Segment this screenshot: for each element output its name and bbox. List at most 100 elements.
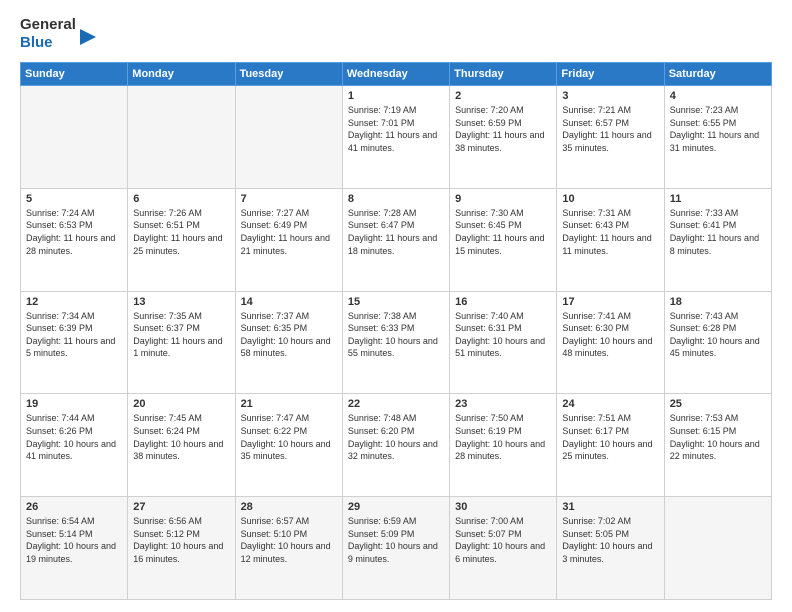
day-info: Sunrise: 7:23 AM Sunset: 6:55 PM Dayligh… (670, 104, 766, 154)
day-header-sunday: Sunday (21, 63, 128, 86)
day-number: 10 (562, 193, 658, 205)
calendar-cell: 22 Sunrise: 7:48 AM Sunset: 6:20 PM Dayli… (342, 394, 449, 497)
day-number: 7 (241, 193, 337, 205)
day-info: Sunrise: 7:51 AM Sunset: 6:17 PM Dayligh… (562, 412, 658, 462)
day-number: 31 (562, 501, 658, 513)
day-header-saturday: Saturday (664, 63, 771, 86)
calendar-cell: 6 Sunrise: 7:26 AM Sunset: 6:51 PM Daylig… (128, 188, 235, 291)
calendar-cell: 8Sunrise: 7:28 AM Sunset: 6:47 PM Daylig… (342, 188, 449, 291)
day-number: 21 (241, 398, 337, 410)
day-info: Sunrise: 6:56 AM Sunset: 5:12 PM Dayligh… (133, 515, 229, 565)
calendar-cell: 28Sunrise: 6:57 AM Sunset: 5:10 PM Dayli… (235, 497, 342, 600)
day-info: Sunrise: 7:38 AM Sunset: 6:33 PM Dayligh… (348, 310, 444, 360)
calendar-week-4: 26Sunrise: 6:54 AM Sunset: 5:14 PM Dayli… (21, 497, 772, 600)
day-number: 15 (348, 296, 444, 308)
day-number: 30 (455, 501, 551, 513)
day-info: Sunrise: 7:45 AM Sunset: 6:24 PM Dayligh… (133, 412, 229, 462)
day-info: Sunrise: 7:50 AM Sunset: 6:19 PM Dayligh… (455, 412, 551, 462)
day-info: Sunrise: 6:54 AM Sunset: 5:14 PM Dayligh… (26, 515, 122, 565)
day-number: 25 (670, 398, 766, 410)
day-number: 12 (26, 296, 122, 308)
logo-text: GeneralBlue (20, 16, 76, 52)
logo-blue: Blue (20, 34, 76, 52)
day-number: 23 (455, 398, 551, 410)
day-number: 8 (348, 193, 444, 205)
calendar-week-0: 1Sunrise: 7:19 AM Sunset: 7:01 PM Daylig… (21, 86, 772, 189)
day-number: 24 (562, 398, 658, 410)
day-number: 20 (133, 398, 229, 410)
day-info: Sunrise: 7:33 AM Sunset: 6:41 PM Dayligh… (670, 207, 766, 257)
calendar-table: SundayMondayTuesdayWednesdayThursdayFrid… (20, 62, 772, 600)
calendar-cell: 24 Sunrise: 7:51 AM Sunset: 6:17 PM Dayli… (557, 394, 664, 497)
day-info: Sunrise: 7:24 AM Sunset: 6:53 PM Dayligh… (26, 207, 122, 257)
calendar-cell: 11 Sunrise: 7:33 AM Sunset: 6:41 PM Dayli… (664, 188, 771, 291)
logo: GeneralBlue (20, 16, 96, 52)
day-number: 16 (455, 296, 551, 308)
calendar-week-1: 5 Sunrise: 7:24 AM Sunset: 6:53 PM Daylig… (21, 188, 772, 291)
calendar-cell (128, 86, 235, 189)
calendar-cell: 13 Sunrise: 7:35 AM Sunset: 6:37 PM Dayli… (128, 291, 235, 394)
calendar-cell: 9Sunrise: 7:30 AM Sunset: 6:45 PM Daylig… (450, 188, 557, 291)
calendar-cell: 5 Sunrise: 7:24 AM Sunset: 6:53 PM Daylig… (21, 188, 128, 291)
day-info: Sunrise: 7:41 AM Sunset: 6:30 PM Dayligh… (562, 310, 658, 360)
calendar-cell: 27 Sunrise: 6:56 AM Sunset: 5:12 PM Dayli… (128, 497, 235, 600)
day-number: 4 (670, 90, 766, 102)
day-info: Sunrise: 6:59 AM Sunset: 5:09 PM Dayligh… (348, 515, 444, 565)
calendar-cell: 19Sunrise: 7:44 AM Sunset: 6:26 PM Dayli… (21, 394, 128, 497)
calendar-cell: 4 Sunrise: 7:23 AM Sunset: 6:55 PM Daylig… (664, 86, 771, 189)
day-number: 18 (670, 296, 766, 308)
day-number: 27 (133, 501, 229, 513)
calendar-cell: 2 Sunrise: 7:20 AM Sunset: 6:59 PM Daylig… (450, 86, 557, 189)
calendar-cell: 14 Sunrise: 7:37 AM Sunset: 6:35 PM Dayli… (235, 291, 342, 394)
day-info: Sunrise: 7:48 AM Sunset: 6:20 PM Dayligh… (348, 412, 444, 462)
logo-general: General (20, 16, 76, 34)
day-number: 14 (241, 296, 337, 308)
day-info: Sunrise: 7:26 AM Sunset: 6:51 PM Dayligh… (133, 207, 229, 257)
day-info: Sunrise: 7:37 AM Sunset: 6:35 PM Dayligh… (241, 310, 337, 360)
day-number: 3 (562, 90, 658, 102)
calendar-cell: 29 Sunrise: 6:59 AM Sunset: 5:09 PM Dayli… (342, 497, 449, 600)
calendar-cell: 23 Sunrise: 7:50 AM Sunset: 6:19 PM Dayli… (450, 394, 557, 497)
calendar-cell: 16 Sunrise: 7:40 AM Sunset: 6:31 PM Dayli… (450, 291, 557, 394)
day-number: 19 (26, 398, 122, 410)
day-number: 9 (455, 193, 551, 205)
calendar-cell: 12Sunrise: 7:34 AM Sunset: 6:39 PM Dayli… (21, 291, 128, 394)
day-info: Sunrise: 7:20 AM Sunset: 6:59 PM Dayligh… (455, 104, 551, 154)
day-info: Sunrise: 7:27 AM Sunset: 6:49 PM Dayligh… (241, 207, 337, 257)
day-info: Sunrise: 7:21 AM Sunset: 6:57 PM Dayligh… (562, 104, 658, 154)
day-number: 6 (133, 193, 229, 205)
day-number: 5 (26, 193, 122, 205)
calendar-week-3: 19Sunrise: 7:44 AM Sunset: 6:26 PM Dayli… (21, 394, 772, 497)
calendar-cell: 1Sunrise: 7:19 AM Sunset: 7:01 PM Daylig… (342, 86, 449, 189)
day-number: 2 (455, 90, 551, 102)
day-info: Sunrise: 7:53 AM Sunset: 6:15 PM Dayligh… (670, 412, 766, 462)
day-info: Sunrise: 7:40 AM Sunset: 6:31 PM Dayligh… (455, 310, 551, 360)
day-info: Sunrise: 7:35 AM Sunset: 6:37 PM Dayligh… (133, 310, 229, 360)
logo-triangle-icon (80, 19, 96, 49)
calendar-cell (235, 86, 342, 189)
calendar-cell: 18 Sunrise: 7:43 AM Sunset: 6:28 PM Dayli… (664, 291, 771, 394)
calendar-cell: 7 Sunrise: 7:27 AM Sunset: 6:49 PM Daylig… (235, 188, 342, 291)
day-header-monday: Monday (128, 63, 235, 86)
calendar-cell: 15 Sunrise: 7:38 AM Sunset: 6:33 PM Dayli… (342, 291, 449, 394)
day-header-tuesday: Tuesday (235, 63, 342, 86)
day-number: 29 (348, 501, 444, 513)
calendar-week-2: 12Sunrise: 7:34 AM Sunset: 6:39 PM Dayli… (21, 291, 772, 394)
day-header-friday: Friday (557, 63, 664, 86)
calendar-cell: 17Sunrise: 7:41 AM Sunset: 6:30 PM Dayli… (557, 291, 664, 394)
day-number: 1 (348, 90, 444, 102)
calendar-cell: 3 Sunrise: 7:21 AM Sunset: 6:57 PM Daylig… (557, 86, 664, 189)
day-info: Sunrise: 7:47 AM Sunset: 6:22 PM Dayligh… (241, 412, 337, 462)
day-header-wednesday: Wednesday (342, 63, 449, 86)
day-number: 28 (241, 501, 337, 513)
calendar-cell: 30Sunrise: 7:00 AM Sunset: 5:07 PM Dayli… (450, 497, 557, 600)
day-number: 11 (670, 193, 766, 205)
calendar-cell: 10Sunrise: 7:31 AM Sunset: 6:43 PM Dayli… (557, 188, 664, 291)
calendar-cell: 21 Sunrise: 7:47 AM Sunset: 6:22 PM Dayli… (235, 394, 342, 497)
calendar-cell (664, 497, 771, 600)
day-number: 22 (348, 398, 444, 410)
day-number: 13 (133, 296, 229, 308)
calendar-cell: 31Sunrise: 7:02 AM Sunset: 5:05 PM Dayli… (557, 497, 664, 600)
day-info: Sunrise: 7:43 AM Sunset: 6:28 PM Dayligh… (670, 310, 766, 360)
calendar-cell (21, 86, 128, 189)
